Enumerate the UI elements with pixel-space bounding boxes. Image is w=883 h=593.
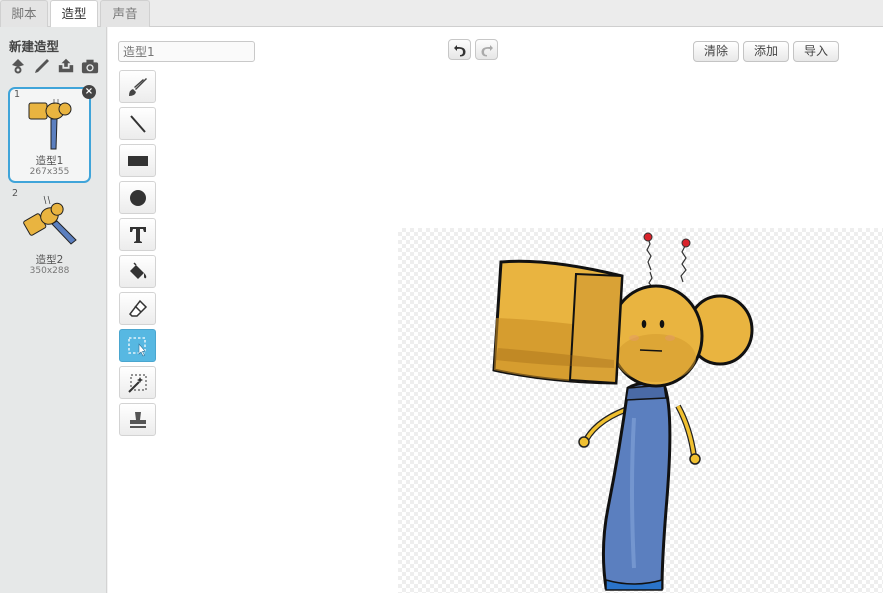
costume-actions: 清除 添加 导入 [693, 41, 840, 62]
drawing-canvas[interactable] [398, 228, 883, 593]
select-icon [127, 336, 146, 356]
camera-icon[interactable] [81, 57, 99, 75]
ellipse-icon [129, 189, 146, 206]
costume-thumbnail-1[interactable]: 1 × 造型1 267x355 [8, 85, 96, 183]
brush-icon[interactable] [33, 57, 51, 75]
costume-list-pane: 新建造型 1 × 造型1 267x355 2 造型2 350x288 [0, 27, 107, 593]
costume-name: 造型1 [35, 155, 64, 167]
line-icon [129, 114, 146, 133]
fill-tool[interactable] [119, 255, 156, 288]
undo-redo-group [448, 39, 498, 60]
text-icon [129, 226, 146, 243]
undo-icon [453, 44, 465, 56]
stamp-tool[interactable] [119, 403, 156, 436]
eraser-tool[interactable] [119, 292, 156, 325]
brush-tool[interactable] [119, 70, 156, 103]
tool-palette [119, 70, 156, 440]
eraser-icon [128, 299, 147, 317]
costume-2-thumbnail-image [23, 195, 77, 245]
fill-icon [129, 261, 146, 279]
rectangle-tool[interactable] [119, 144, 156, 177]
hammer-costume-image [492, 232, 754, 591]
costume-name-input[interactable] [118, 41, 255, 62]
costume-name: 造型2 [35, 254, 64, 266]
tab-scripts[interactable]: 脚本 [0, 0, 48, 27]
import-button[interactable]: 导入 [793, 41, 840, 62]
magic-select-tool[interactable] [119, 366, 156, 399]
delete-costume-icon[interactable]: × [82, 85, 96, 99]
tab-costumes[interactable]: 造型 [50, 0, 98, 28]
tab-sounds[interactable]: 声音 [100, 0, 150, 27]
upload-icon[interactable] [57, 57, 75, 75]
scratch-costume-editor: 脚本 造型 声音 新建造型 1 × 造型1 267x355 2 造型2 350x… [0, 0, 883, 593]
new-costume-buttons [9, 57, 99, 75]
costume-number: 1 [14, 89, 21, 100]
line-tool[interactable] [119, 107, 156, 140]
costume-thumbnail-2[interactable]: 2 造型2 350x288 [8, 188, 91, 284]
costume-size: 267x355 [29, 167, 70, 177]
new-costume-title: 新建造型 [9, 39, 60, 54]
costume-1-thumbnail-image [28, 99, 72, 150]
rectangle-icon [127, 155, 148, 166]
text-tool[interactable] [119, 218, 156, 251]
select-tool[interactable] [119, 329, 156, 362]
magic-select-icon [127, 373, 147, 393]
undo-button[interactable] [448, 39, 471, 60]
paint-editor: 清除 添加 导入 [108, 27, 883, 593]
tab-bar: 脚本 造型 声音 [0, 0, 883, 28]
redo-button[interactable] [475, 39, 498, 60]
stamp-icon [129, 411, 146, 428]
costume-size: 350x288 [29, 266, 70, 276]
paint-sprite-icon[interactable] [9, 57, 27, 75]
ellipse-tool[interactable] [119, 181, 156, 214]
add-button[interactable]: 添加 [743, 41, 790, 62]
clear-button[interactable]: 清除 [693, 41, 740, 62]
redo-icon [481, 44, 493, 56]
brush-icon [128, 77, 147, 96]
